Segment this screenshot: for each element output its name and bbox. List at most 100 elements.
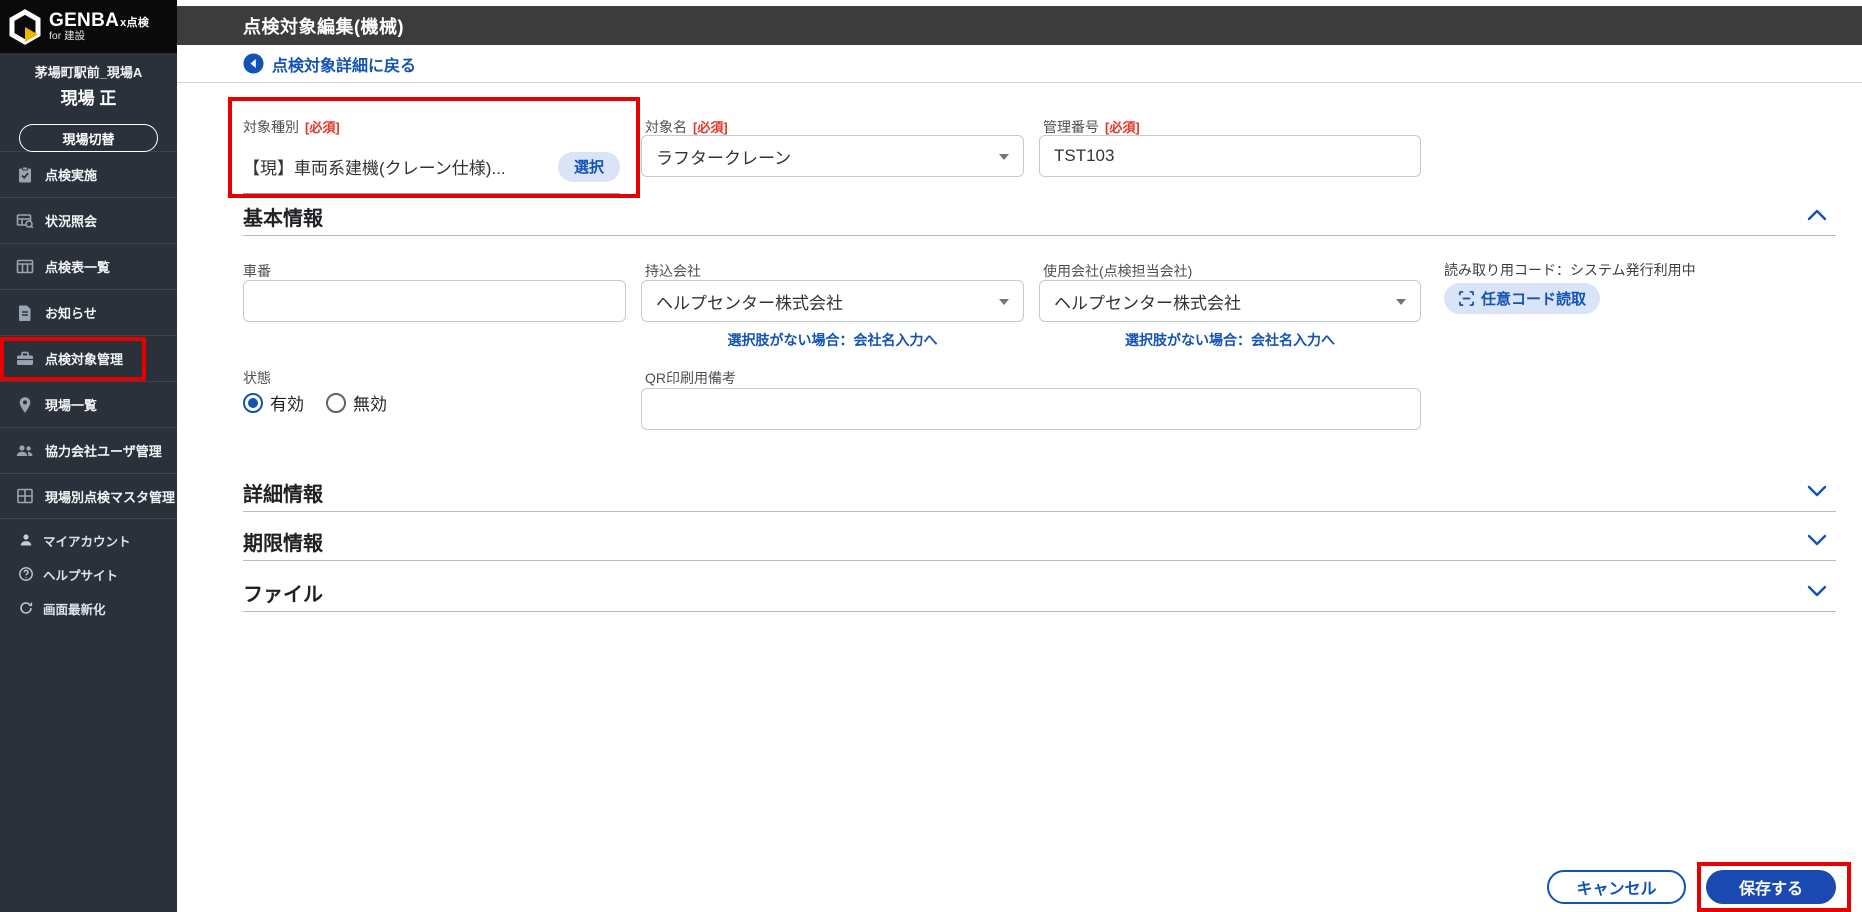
qr-scan-icon	[1458, 290, 1475, 307]
app-logo: GENBAx点検 for 建設	[0, 0, 177, 53]
section-header-file[interactable]: ファイル	[243, 578, 1836, 612]
back-icon[interactable]	[243, 53, 264, 74]
sidebar-item-label: 状況照会	[45, 211, 97, 230]
page-title: 点検対象編集(機械)	[243, 13, 404, 39]
sidebar-item-status-inquiry[interactable]: 状況照会	[0, 197, 177, 243]
sidebar-item-label: マイアカウント	[43, 531, 131, 550]
sidebar-item-label: 画面最新化	[43, 599, 106, 618]
sidebar-item-site-list[interactable]: 現場一覧	[0, 381, 177, 427]
status-label: 状態	[243, 368, 271, 388]
page-header: 点検対象編集(機械)	[177, 6, 1862, 45]
radio-label: 無効	[353, 390, 387, 415]
sidebar-item-partner-user-management[interactable]: 協力会社ユーザ管理	[0, 427, 177, 473]
sidebar-item-sheet-list[interactable]: 点検表一覧	[0, 243, 177, 289]
qr-note-input[interactable]	[641, 388, 1421, 430]
sidebar-item-label: お知らせ	[45, 303, 97, 322]
bring-in-company-select[interactable]: ヘルプセンター株式会社	[641, 280, 1024, 322]
site-switch-button[interactable]: 現場切替	[19, 124, 158, 152]
sheet-list-icon	[15, 257, 35, 277]
document-icon	[15, 303, 35, 323]
chevron-down-icon	[999, 154, 1009, 160]
chevron-up-icon[interactable]	[1806, 208, 1828, 222]
status-radio-inactive[interactable]: 無効	[326, 390, 387, 415]
read-code-button[interactable]: 任意コード読取	[1444, 283, 1600, 314]
genba-logo-icon	[7, 9, 43, 45]
control-number-input[interactable]	[1039, 135, 1421, 177]
help-icon	[18, 566, 34, 582]
chevron-down-icon[interactable]	[1806, 533, 1828, 547]
cancel-button[interactable]: キャンセル	[1547, 870, 1686, 904]
sidebar-item-my-account[interactable]: マイアカウント	[0, 523, 177, 557]
sidebar-item-label: ヘルプサイト	[43, 565, 118, 584]
vehicle-number-label: 車番	[243, 261, 271, 281]
required-badge: [必須]	[1105, 120, 1140, 135]
using-company-label: 使用会社(点検担当会社)	[1043, 261, 1192, 281]
section-title: ファイル	[243, 578, 323, 607]
section-title: 詳細情報	[243, 478, 323, 507]
toolbox-icon	[15, 349, 35, 369]
target-type-field: 【現】車両系建機(クレーン仕様)... 選択	[243, 144, 620, 194]
radio-checked-icon	[243, 393, 263, 413]
sidebar-item-label: 現場一覧	[45, 395, 97, 414]
section-header-term-info[interactable]: 期限情報	[243, 527, 1836, 561]
sidebar-item-notice[interactable]: お知らせ	[0, 289, 177, 335]
chevron-down-icon[interactable]	[1806, 584, 1828, 598]
clipboard-check-icon	[15, 165, 35, 185]
chevron-down-icon	[999, 299, 1009, 305]
person-icon	[18, 532, 34, 548]
using-company-value: ヘルプセンター株式会社	[1054, 289, 1241, 314]
site-role: 現場 正	[0, 84, 177, 109]
grid-icon	[15, 486, 35, 506]
sidebar-item-inspection-run[interactable]: 点検実施	[0, 151, 177, 197]
back-navigation-row: 点検対象詳細に戻る	[177, 45, 1862, 83]
sidebar-item-label: 点検表一覧	[45, 257, 110, 276]
sidebar: GENBAx点検 for 建設 茅場町駅前_現場A 現場 正 現場切替 点検実施…	[0, 0, 177, 912]
required-badge: [必須]	[693, 120, 728, 135]
reading-code-label: 読み取り用コード：システム発行利用中	[1444, 260, 1696, 280]
radio-unchecked-icon	[326, 393, 346, 413]
sidebar-menu: 点検実施 状況照会 点検表一覧 お知らせ 点検対象管理 現場一覧	[0, 151, 177, 519]
target-name-select[interactable]: ラフタークレーン	[641, 135, 1024, 177]
sidebar-footer-menu: マイアカウント ヘルプサイト 画面最新化	[0, 523, 177, 625]
section-header-basic-info[interactable]: 基本情報	[243, 202, 1836, 236]
section-header-detail-info[interactable]: 詳細情報	[243, 478, 1836, 512]
back-link[interactable]: 点検対象詳細に戻る	[272, 52, 416, 76]
bring-in-company-value: ヘルプセンター株式会社	[656, 289, 843, 314]
sidebar-item-site-master-management[interactable]: 現場別点検マスタ管理	[0, 473, 177, 519]
save-button[interactable]: 保存する	[1706, 870, 1836, 904]
bring-in-company-label: 持込会社	[645, 261, 701, 281]
status-radio-group: 有効 無効	[243, 390, 387, 415]
vehicle-number-input[interactable]	[243, 280, 626, 322]
sidebar-item-label: 点検実施	[45, 165, 97, 184]
using-company-select[interactable]: ヘルプセンター株式会社	[1039, 280, 1421, 322]
sidebar-item-label: 協力会社ユーザ管理	[45, 441, 162, 460]
status-table-icon	[15, 211, 35, 231]
target-type-label: 対象種別[必須]	[243, 117, 340, 137]
refresh-icon	[18, 600, 34, 616]
sidebar-item-label: 現場別点検マスタ管理	[45, 487, 175, 506]
logo-suffix: x点検	[120, 17, 149, 29]
target-type-value: 【現】車両系建機(クレーン仕様)...	[243, 154, 506, 179]
target-name-label: 対象名[必須]	[645, 117, 728, 137]
location-pin-icon	[15, 395, 35, 415]
logo-text: GENBAx点検 for 建設	[49, 11, 149, 43]
section-title: 期限情報	[243, 527, 323, 556]
chevron-down-icon[interactable]	[1806, 484, 1828, 498]
section-title: 基本情報	[243, 202, 323, 231]
sidebar-item-label: 点検対象管理	[45, 349, 123, 368]
logo-title: GENBA	[49, 10, 119, 31]
sidebar-item-inspection-target-management[interactable]: 点検対象管理	[0, 335, 177, 381]
bring-in-company-manual-link[interactable]: 選択肢がない場合：会社名入力へ	[641, 330, 1024, 350]
control-number-label: 管理番号[必須]	[1043, 117, 1140, 137]
radio-label: 有効	[270, 390, 304, 415]
status-radio-active[interactable]: 有効	[243, 390, 304, 415]
users-icon	[15, 441, 35, 461]
required-badge: [必須]	[305, 120, 340, 135]
target-type-select-button[interactable]: 選択	[558, 152, 620, 182]
app-root: GENBAx点検 for 建設 茅場町駅前_現場A 現場 正 現場切替 点検実施…	[0, 0, 1862, 912]
sidebar-item-help-site[interactable]: ヘルプサイト	[0, 557, 177, 591]
logo-subtitle: for 建設	[49, 31, 149, 42]
using-company-manual-link[interactable]: 選択肢がない場合：会社名入力へ	[1039, 330, 1421, 350]
read-code-button-label: 任意コード読取	[1481, 288, 1586, 309]
sidebar-item-screen-refresh[interactable]: 画面最新化	[0, 591, 177, 625]
